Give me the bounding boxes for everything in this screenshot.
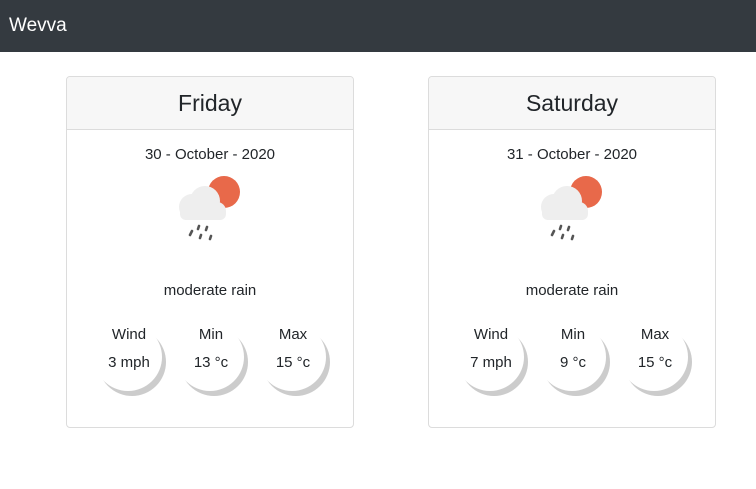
forecast-date: 30 - October - 2020 [144, 146, 276, 163]
min-label: Min [198, 326, 224, 343]
rain-cloud-sun-icon [541, 176, 602, 241]
day-name: Saturday [429, 77, 715, 130]
min-label: Min [560, 326, 586, 343]
condition-text: moderate rain [163, 282, 257, 299]
max-value: 15 °c [637, 354, 673, 371]
rain-cloud-sun-icon [179, 176, 240, 241]
forecast-date: 31 - October - 2020 [506, 146, 638, 163]
wind-label: Wind [111, 326, 147, 343]
min-value: 9 °c [559, 354, 586, 371]
wind-stat: Wind 3 mph [94, 323, 164, 393]
brand[interactable]: Wevva [9, 15, 67, 37]
min-value: 13 °c [193, 354, 229, 371]
max-value: 15 °c [275, 354, 311, 371]
min-temp-stat: Min 13 °c [176, 323, 246, 393]
max-label: Max [640, 326, 670, 343]
condition-text: moderate rain [525, 282, 619, 299]
wind-value: 7 mph [470, 354, 512, 371]
forecast-card: Friday 30 - October - 2020 moderate rain… [66, 76, 354, 428]
wind-stat: Wind 7 mph [456, 323, 526, 393]
max-label: Max [278, 326, 308, 343]
wind-label: Wind [473, 326, 509, 343]
day-name: Friday [67, 77, 353, 130]
max-temp-stat: Max 15 °c [258, 323, 328, 393]
forecast-card: Saturday 31 - October - 2020 moderate ra… [428, 76, 716, 428]
min-temp-stat: Min 9 °c [538, 323, 608, 393]
navbar: Wevva [0, 0, 756, 52]
max-temp-stat: Max 15 °c [620, 323, 690, 393]
wind-value: 3 mph [108, 354, 150, 371]
